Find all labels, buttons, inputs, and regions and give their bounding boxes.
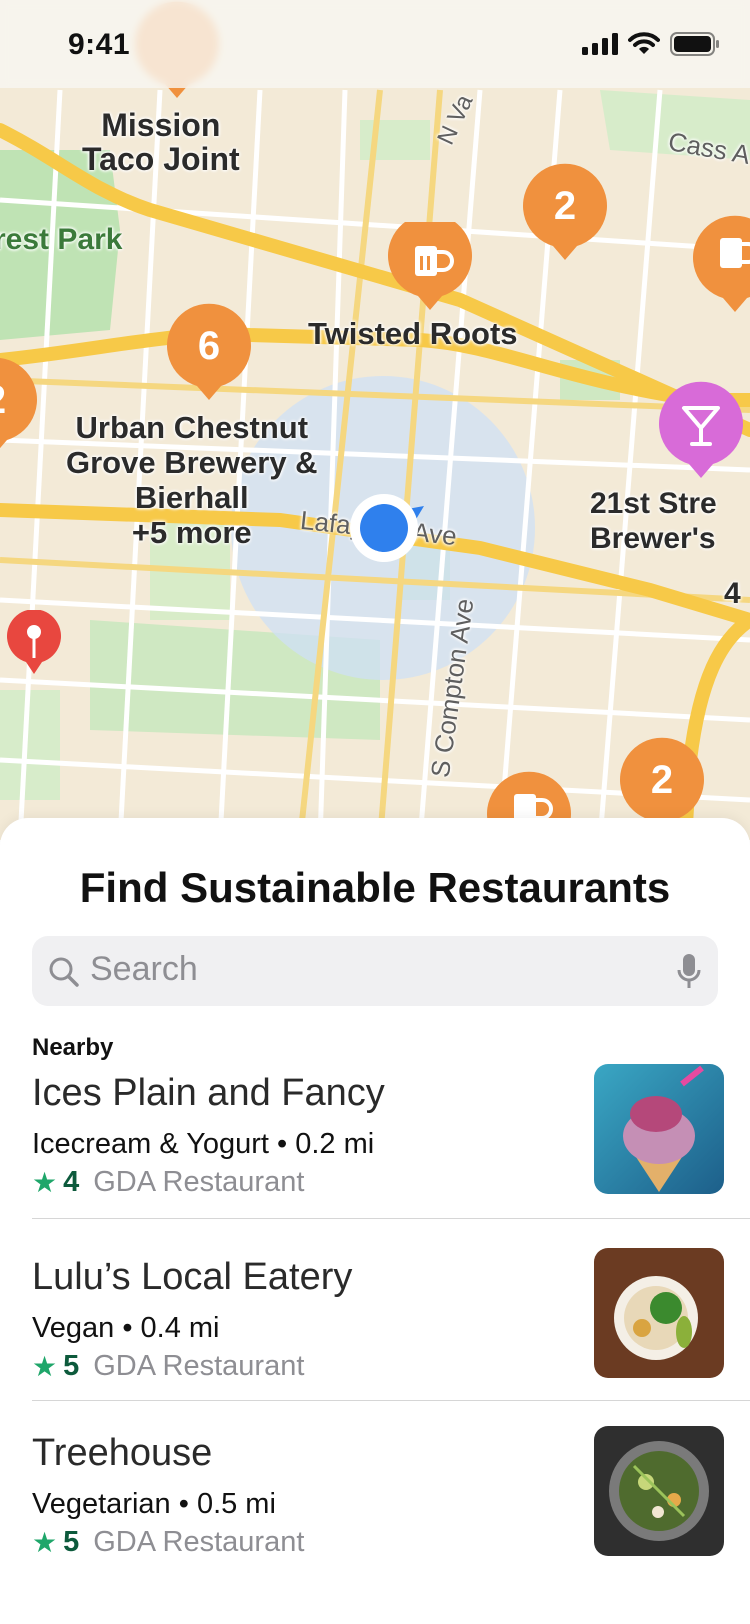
- battery-icon: [670, 32, 719, 56]
- star-icon: ★: [32, 1351, 58, 1382]
- map-label-twisted-roots[interactable]: Twisted Roots: [308, 316, 518, 352]
- restaurant-name: Treehouse: [32, 1432, 213, 1474]
- rating-label: GDA Restaurant: [93, 1350, 305, 1382]
- beer-mug-icon: [388, 222, 472, 310]
- map-label-21st-street[interactable]: 21st Stre Brewer's: [590, 486, 717, 556]
- list-item[interactable]: Ices Plain and Fancy Icecream & Yogurt •…: [32, 1064, 750, 1252]
- map-label-edge-four: 4: [724, 577, 741, 610]
- wifi-icon: [628, 32, 660, 54]
- restaurant-name: Lulu’s Local Eatery: [32, 1256, 353, 1298]
- sheet-title: Find Sustainable Restaurants: [79, 864, 671, 911]
- cluster-count: 2: [650, 758, 674, 802]
- map-label-urban-chestnut[interactable]: Urban Chestnut Grove Brewery & Bierhall …: [66, 410, 318, 550]
- section-label-nearby: Nearby: [32, 1034, 114, 1061]
- divider: [32, 1218, 750, 1219]
- map-view[interactable]: Mission Taco Joint rest Park Twisted Roo…: [0, 0, 750, 840]
- list-item[interactable]: Lulu’s Local Eatery Vegan • 0.4 mi ★ 5 G…: [32, 1248, 750, 1436]
- restaurant-rating: ★ 4 GDA Restaurant: [32, 1166, 304, 1199]
- restaurant-thumbnail: [594, 1064, 724, 1194]
- rating-label: GDA Restaurant: [93, 1166, 305, 1198]
- restaurant-rating: ★ 5 GDA Restaurant: [32, 1350, 304, 1383]
- ice-cream-photo-icon: [594, 1064, 724, 1194]
- results-sheet[interactable]: Find Sustainable Restaurants Search Near…: [0, 818, 750, 1624]
- search-field[interactable]: Search: [32, 936, 718, 1006]
- status-bar: 9:41: [0, 0, 750, 88]
- star-icon: ★: [32, 1527, 58, 1558]
- cellular-signal-icon: [582, 33, 618, 55]
- list-item[interactable]: Treehouse Vegetarian • 0.5 mi ★ 5 GDA Re…: [32, 1426, 750, 1612]
- restaurant-meta: Vegetarian • 0.5 mi: [32, 1488, 276, 1520]
- status-time: 9:41: [68, 28, 131, 61]
- rating-value: 5: [63, 1350, 80, 1382]
- status-icons: [582, 32, 720, 56]
- cocktail-glass-icon: [659, 381, 743, 478]
- restaurant-thumbnail: [594, 1426, 724, 1556]
- cluster-count: 6: [197, 324, 221, 368]
- restaurant-rating: ★ 5 GDA Restaurant: [32, 1526, 304, 1559]
- restaurant-meta: Icecream & Yogurt • 0.2 mi: [32, 1128, 375, 1160]
- beer-mug-icon: [693, 215, 750, 312]
- vegan-bowl-photo-icon: [594, 1248, 724, 1378]
- rating-label: GDA Restaurant: [93, 1526, 305, 1558]
- search-placeholder: Search: [90, 950, 198, 988]
- map-label-mission-taco[interactable]: Mission Taco Joint: [82, 108, 240, 176]
- restaurant-name: Ices Plain and Fancy: [32, 1072, 385, 1114]
- salad-photo-icon: [594, 1426, 724, 1556]
- restaurant-meta: Vegan • 0.4 mi: [32, 1312, 220, 1344]
- divider: [32, 1400, 750, 1401]
- rating-value: 4: [63, 1166, 80, 1198]
- pushpin-icon: [7, 610, 61, 674]
- cluster-count: 2: [553, 184, 577, 228]
- rating-value: 5: [63, 1526, 80, 1558]
- map-label-forest-park: rest Park: [0, 223, 123, 256]
- star-icon: ★: [32, 1167, 58, 1198]
- restaurant-thumbnail: [594, 1248, 724, 1378]
- microphone-icon[interactable]: [676, 952, 702, 992]
- search-icon: [49, 957, 79, 987]
